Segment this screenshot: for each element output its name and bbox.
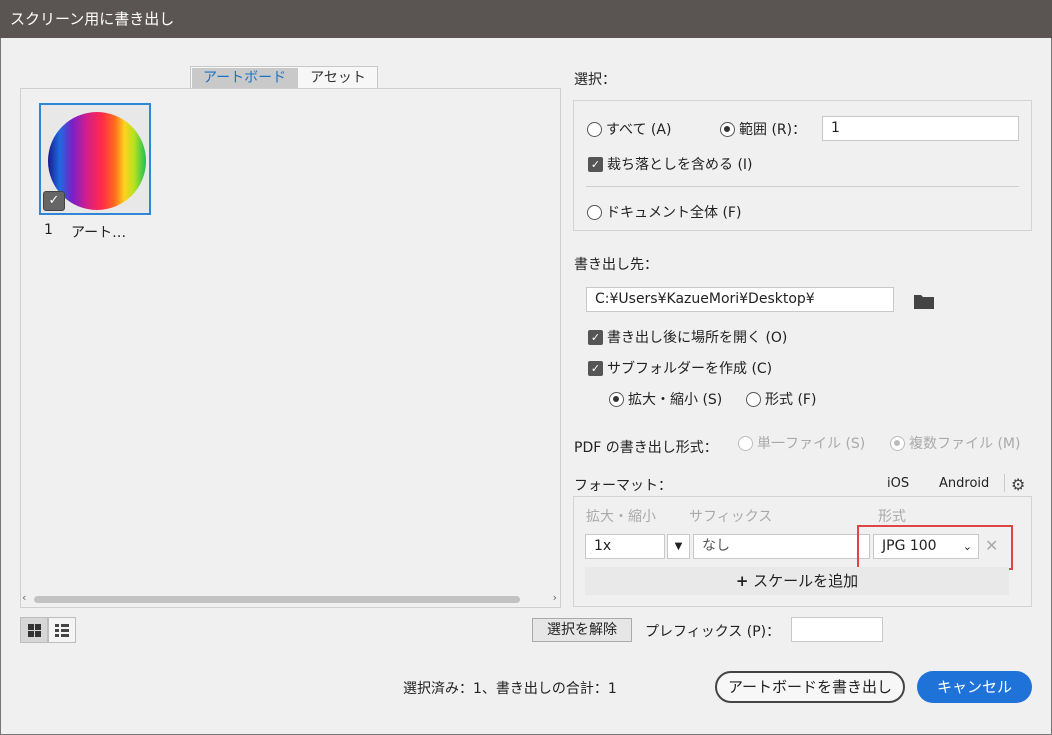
gear-icon[interactable]: ⚙ <box>1011 475 1025 494</box>
tab-bar: アートボード アセット <box>190 66 378 90</box>
grid-view-button[interactable] <box>20 617 48 643</box>
export-to-heading: 書き出し先： <box>574 257 658 273</box>
radio-all-indicator[interactable] <box>587 121 602 137</box>
android-preset-button[interactable]: Android <box>939 476 989 491</box>
scale-dropdown-icon[interactable]: ▼ <box>667 534 690 559</box>
open-after-export-checkbox[interactable]: ✓ 書き出し後に場所を開く (O) <box>588 327 787 347</box>
radio-all[interactable]: すべて (A) <box>587 119 671 139</box>
tab-assets[interactable]: アセット <box>299 67 377 89</box>
radio-whole-document[interactable]: ドキュメント全体 (F) <box>587 202 741 222</box>
artboard-number: 1 <box>44 222 53 238</box>
format-select-value: JPG 100 <box>882 538 937 554</box>
scrollbar-thumb[interactable] <box>34 596 520 603</box>
preset-divider <box>1004 474 1005 492</box>
folder-icon[interactable] <box>913 292 935 314</box>
format-heading: フォーマット： <box>574 478 672 494</box>
prefix-label: プレフィックス (P)： <box>645 624 781 640</box>
radio-subfolder-scale[interactable]: 拡大・縮小 (S) <box>609 389 722 409</box>
scale-input[interactable]: 1x <box>585 534 665 559</box>
divider <box>586 186 1019 187</box>
subfolder-check-icon[interactable]: ✓ <box>588 360 603 376</box>
grid-view-icon <box>27 623 41 637</box>
export-artboard-button[interactable]: アートボードを書き出し <box>715 671 905 703</box>
artboard-thumbnail[interactable]: ✓ <box>39 103 151 215</box>
ios-preset-button[interactable]: iOS <box>887 476 909 491</box>
radio-pdf-multi[interactable]: 複数ファイル (M) <box>890 433 1020 453</box>
remove-scale-icon[interactable]: ✕ <box>985 536 998 555</box>
pdf-heading: PDF の書き出し形式： <box>574 440 718 456</box>
radio-pdf-multi-indicator[interactable] <box>890 435 905 451</box>
range-input[interactable]: 1 <box>822 116 1019 141</box>
bleed-check-icon[interactable]: ✓ <box>588 156 603 172</box>
chevron-down-icon: ⌄ <box>962 540 972 553</box>
radio-pdf-single[interactable]: 単一ファイル (S) <box>738 433 865 453</box>
radio-range[interactable]: 範囲 (R)： <box>720 119 806 139</box>
tab-artboard[interactable]: アートボード <box>192 68 299 88</box>
col-format-header: 形式 <box>878 509 906 525</box>
radio-whole-document-indicator[interactable] <box>587 204 602 220</box>
radio-range-indicator[interactable] <box>720 121 735 137</box>
list-view-icon <box>55 623 69 637</box>
col-suffix-header: サフィックス <box>689 509 773 525</box>
window-title: スクリーン用に書き出し <box>0 0 1052 38</box>
selection-heading: 選択： <box>574 72 616 88</box>
artboard-checkbox[interactable]: ✓ <box>43 191 65 211</box>
horizontal-scrollbar[interactable]: ‹ › <box>22 591 559 606</box>
list-view-button[interactable] <box>48 617 76 643</box>
plus-icon: + <box>735 572 749 590</box>
status-text: 選択済み：1、書き出しの合計：1 <box>403 681 617 697</box>
prefix-input[interactable] <box>791 617 883 642</box>
radio-pdf-single-indicator[interactable] <box>738 435 753 451</box>
format-select[interactable]: JPG 100 ⌄ <box>873 534 979 559</box>
radio-subfolder-format[interactable]: 形式 (F) <box>746 389 816 409</box>
bleed-checkbox[interactable]: ✓ 裁ち落としを含める (I) <box>588 154 753 174</box>
radio-format-indicator[interactable] <box>746 391 761 407</box>
suffix-input[interactable]: なし <box>693 534 870 559</box>
open-after-check-icon[interactable]: ✓ <box>588 329 603 345</box>
col-scale-header: 拡大・縮小 <box>586 509 656 525</box>
radio-scale-indicator[interactable] <box>609 391 624 407</box>
scroll-right-icon[interactable]: › <box>553 591 557 604</box>
add-scale-button[interactable]: + スケールを追加 <box>585 567 1009 595</box>
export-path-input[interactable]: C:¥Users¥KazueMori¥Desktop¥ <box>586 287 894 312</box>
cancel-button[interactable]: キャンセル <box>917 671 1032 703</box>
scroll-left-icon[interactable]: ‹ <box>22 591 26 604</box>
deselect-button[interactable]: 選択を解除 <box>532 618 632 642</box>
create-subfolder-checkbox[interactable]: ✓ サブフォルダーを作成 (C) <box>588 358 772 378</box>
artboard-name: アート… <box>71 225 127 241</box>
